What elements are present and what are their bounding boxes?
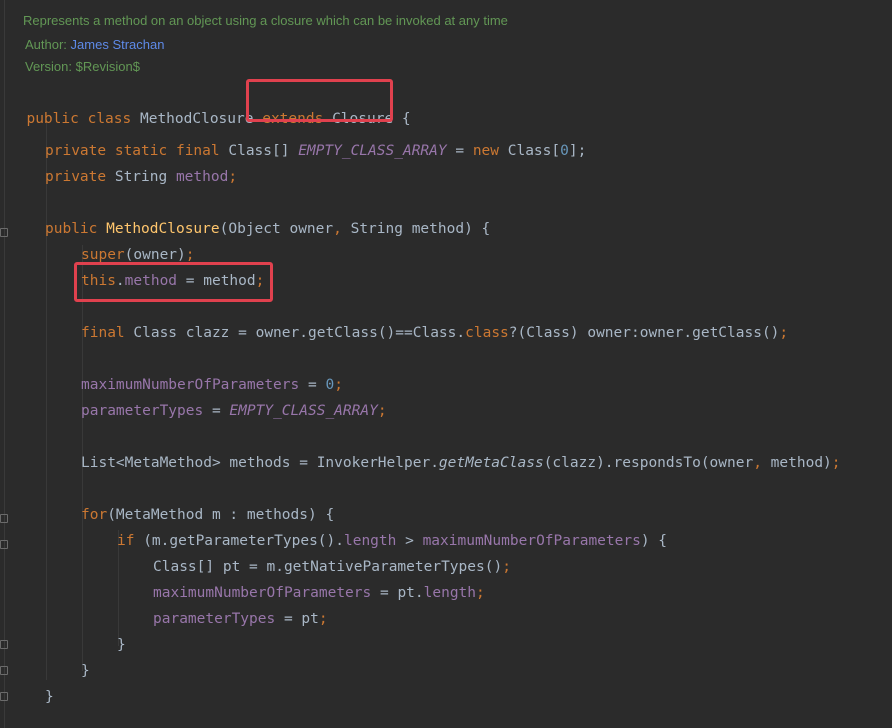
fold-marker-icon[interactable] (0, 640, 8, 649)
keyword-for: for (81, 507, 108, 523)
fold-marker-icon[interactable] (0, 514, 8, 523)
highlight-box-extends-closure (246, 79, 393, 122)
code-line-for[interactable]: for(MetaMethod m : methods) { (81, 505, 334, 525)
keyword-private: private (45, 143, 107, 159)
doc-version-label: Version: (25, 59, 72, 74)
doc-author: Author: James Strachan (25, 37, 164, 52)
semicolon: ; (502, 559, 511, 575)
expr: ) { (640, 533, 668, 549)
operator: = (203, 403, 230, 419)
semicolon: ; (831, 455, 841, 471)
code-line-close-for[interactable]: } (81, 661, 90, 681)
operator: = (299, 377, 326, 393)
semicolon: ; (476, 585, 485, 601)
code-line-pt[interactable]: Class[] pt = m.getNativeParameterTypes()… (153, 557, 511, 577)
fold-marker-icon[interactable] (0, 692, 8, 701)
field-name: maximumNumberOfParameters (422, 533, 641, 549)
expr: (m.getParameterTypes(). (134, 533, 344, 549)
semicolon: ; (779, 325, 789, 341)
semicolon: ; (318, 611, 328, 627)
indent-guide (46, 120, 47, 680)
code-line-constructor[interactable]: public MethodClosure(Object owner, Strin… (45, 219, 490, 239)
code-line-methods-list[interactable]: List<MetaMethod> methods = InvokerHelper… (81, 453, 841, 473)
semicolon: ; (334, 377, 343, 393)
code-line-close-ctor[interactable]: } (45, 687, 54, 707)
expr: List<MetaMethod> methods = InvokerHelper… (81, 455, 439, 471)
code-line-empty-class-array[interactable]: private static final Class[] EMPTY_CLASS… (45, 141, 586, 161)
type-name: String (106, 169, 176, 185)
class-name: MethodClosure (139, 111, 254, 127)
args: (owner) (124, 247, 186, 263)
operator: = (446, 143, 473, 159)
operator: > (396, 533, 423, 549)
expr: Class clazz = owner.getClass()==Class. (124, 325, 466, 341)
fold-marker-icon[interactable] (0, 666, 8, 675)
keyword-public: public (45, 221, 98, 237)
keyword-new: new (472, 143, 500, 159)
highlight-box-this-method (74, 262, 273, 302)
doc-version: Version: $Revision$ (25, 59, 140, 74)
keyword-class: class (465, 325, 509, 341)
fold-marker-icon[interactable] (0, 228, 8, 237)
doc-summary: Represents a method on an object using a… (23, 13, 508, 28)
ctor-type: Class[ (499, 143, 561, 159)
code-line-if[interactable]: if (m.getParameterTypes().length > maxim… (117, 531, 667, 551)
static-method: getMetaClass (438, 455, 544, 471)
keyword-class: class (87, 111, 132, 127)
semicolon: ; (185, 247, 195, 263)
constructor-name: MethodClosure (106, 221, 220, 237)
expr: method) (761, 455, 832, 471)
code-line-max-assign[interactable]: maximumNumberOfParameters = pt.length; (153, 583, 485, 603)
open-brace: { (401, 111, 411, 127)
code-line-max-params[interactable]: maximumNumberOfParameters = 0; (81, 375, 343, 395)
keyword-private: private (45, 169, 107, 185)
code-line-clazz[interactable]: final Class clazz = owner.getClass()==Cl… (81, 323, 788, 343)
expr: (MetaMethod m : methods) { (107, 507, 335, 523)
rendered-javadoc: Represents a method on an object using a… (0, 0, 892, 84)
number-literal: 0 (325, 377, 335, 393)
code-line-types-assign[interactable]: parameterTypes = pt; (153, 609, 328, 629)
field-name: length (423, 585, 477, 601)
semicolon: ; (377, 403, 387, 419)
code-line-param-types[interactable]: parameterTypes = EMPTY_CLASS_ARRAY; (81, 401, 387, 421)
keyword-final: final (81, 325, 125, 341)
comma: , (333, 221, 342, 237)
static-field: EMPTY_CLASS_ARRAY (298, 143, 447, 159)
editor-gutter-line (4, 0, 5, 728)
doc-author-label: Author: (25, 37, 67, 52)
keyword-static: static (114, 143, 168, 159)
keyword-if: if (117, 533, 135, 549)
line-end: ]; (568, 143, 587, 159)
params: (Object owner (219, 221, 334, 237)
code-line-close-if[interactable]: } (117, 635, 126, 655)
expr: = pt. (371, 585, 424, 601)
params: String method) { (341, 221, 491, 237)
expr: ?(Class) owner:owner.getClass() (508, 325, 780, 341)
semicolon: ; (228, 169, 238, 185)
field-name: parameterTypes (153, 611, 276, 627)
comma: , (753, 455, 762, 471)
field-name: maximumNumberOfParameters (153, 585, 372, 601)
expr: = pt (275, 611, 319, 627)
field-name: method (175, 169, 229, 185)
keyword-super: super (81, 247, 125, 263)
field-name: maximumNumberOfParameters (81, 377, 300, 393)
keyword-public: public (26, 111, 79, 127)
doc-author-link[interactable]: James Strachan (71, 37, 165, 52)
expr: (clazz).respondsTo(owner (543, 455, 754, 471)
code-line-method-field[interactable]: private String method; (45, 167, 237, 187)
field-name: parameterTypes (81, 403, 204, 419)
field-name: length (343, 533, 397, 549)
type-name: Class[] (228, 143, 290, 159)
fold-marker-icon[interactable] (0, 540, 8, 549)
expr: Class[] pt = m.getNativeParameterTypes() (153, 559, 503, 575)
doc-version-value: $Revision$ (75, 59, 140, 74)
number-literal: 0 (560, 143, 569, 159)
static-field: EMPTY_CLASS_ARRAY (229, 403, 378, 419)
keyword-final: final (175, 143, 220, 159)
